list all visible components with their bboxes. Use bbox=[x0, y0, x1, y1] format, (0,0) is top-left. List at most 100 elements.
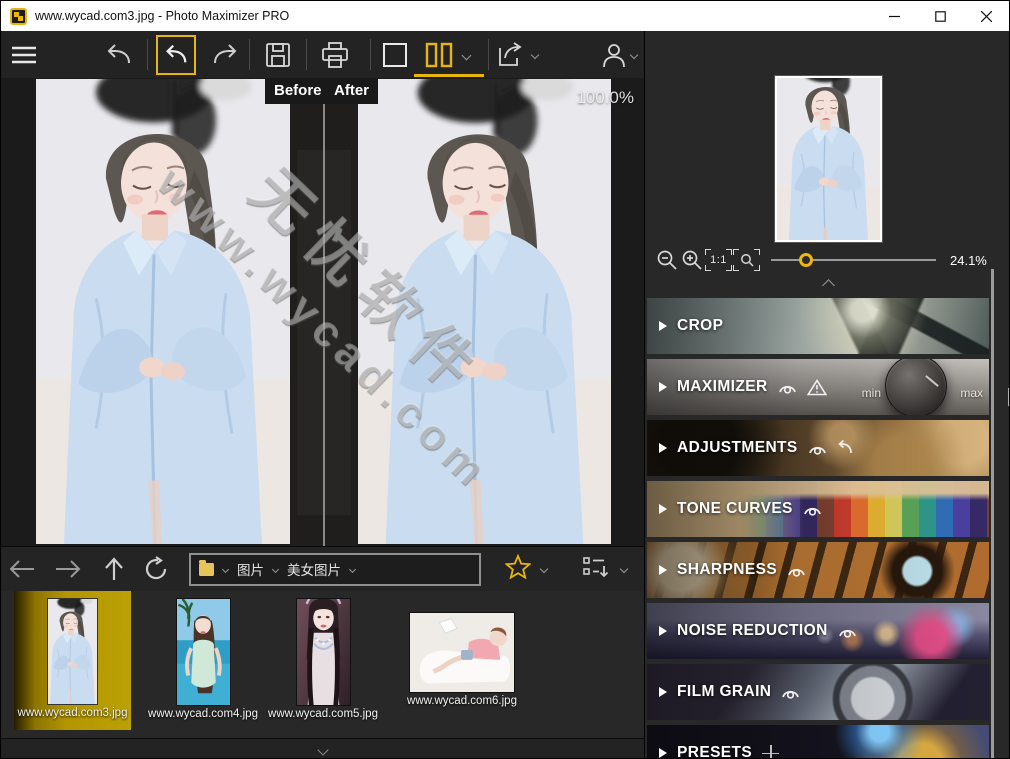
collapse-down-icon[interactable] bbox=[317, 744, 328, 755]
split-view-icon[interactable] bbox=[424, 40, 454, 70]
forward-icon[interactable] bbox=[53, 554, 83, 584]
expand-arrow-icon bbox=[659, 565, 667, 575]
panel-sharpness[interactable]: SHARPNESS bbox=[647, 542, 989, 598]
undo-icon[interactable] bbox=[104, 40, 134, 70]
panel-label: NOISE REDUCTION bbox=[677, 622, 828, 640]
panel-crop[interactable]: CROP bbox=[647, 298, 989, 354]
thumbnail-filename: www.wycad.com5.jpg bbox=[268, 708, 378, 720]
before-label[interactable]: Before bbox=[265, 78, 331, 104]
share-icon[interactable] bbox=[497, 40, 527, 70]
zoom-slider-track[interactable] bbox=[771, 259, 936, 261]
zoom-controls: 1:1 24.1% bbox=[645, 243, 1010, 277]
split-divider[interactable] bbox=[290, 78, 358, 546]
breadcrumb-current-folder[interactable]: 美女图片 bbox=[287, 559, 341, 579]
canvas-zoom-level: 100.0% bbox=[576, 88, 634, 108]
zoom-in-icon[interactable] bbox=[680, 248, 704, 272]
split-divider-handle[interactable] bbox=[323, 78, 325, 546]
after-image-pane[interactable] bbox=[358, 79, 611, 544]
expand-arrow-icon bbox=[659, 626, 667, 636]
right-panel: 1:1 24.1% CROP bbox=[644, 31, 1010, 759]
thumbnail-selected[interactable]: www.wycad.com3.jpg bbox=[14, 591, 131, 730]
visibility-eye-icon[interactable] bbox=[787, 564, 806, 577]
toolbar-separator bbox=[249, 39, 250, 70]
visibility-eye-icon[interactable] bbox=[838, 625, 857, 638]
zoom-slider-knob[interactable] bbox=[799, 253, 813, 267]
breadcrumb-pictures[interactable]: 图片 bbox=[237, 559, 264, 579]
panel-label: PRESETS bbox=[677, 744, 752, 759]
panel-presets[interactable]: PRESETS bbox=[647, 725, 989, 759]
panels-scrollbar[interactable] bbox=[991, 269, 994, 759]
before-image-pane[interactable] bbox=[36, 79, 290, 544]
single-view-icon[interactable] bbox=[380, 40, 410, 70]
file-browser-toolbar: 图片 美女图片 bbox=[1, 546, 644, 591]
panel-label: SHARPNESS bbox=[677, 561, 777, 579]
knob-max-label: max bbox=[960, 386, 983, 400]
thumbnail-filename: www.wycad.com6.jpg bbox=[407, 695, 517, 707]
sort-list-icon[interactable] bbox=[583, 556, 609, 583]
favorites-star-icon[interactable] bbox=[505, 554, 531, 584]
navigator bbox=[645, 31, 1010, 243]
active-view-underline bbox=[414, 74, 484, 77]
navigator-zoom-value: 24.1% bbox=[950, 253, 987, 268]
breadcrumb-chevron-icon[interactable] bbox=[349, 565, 356, 572]
panel-noise-reduction[interactable]: NOISE REDUCTION bbox=[647, 603, 989, 659]
panel-label: TONE CURVES bbox=[677, 500, 793, 518]
share-dropdown-icon[interactable] bbox=[528, 40, 542, 70]
zoom-out-icon[interactable] bbox=[655, 248, 679, 272]
panel-maximizer[interactable]: min max MAXIMIZER bbox=[647, 359, 989, 415]
knob-min-label: min bbox=[862, 386, 881, 400]
reset-icon[interactable] bbox=[837, 440, 854, 456]
title-bar: www.wycad.com3.jpg - Photo Maximizer PRO bbox=[1, 1, 1009, 31]
panel-label: CROP bbox=[677, 317, 723, 335]
panel-adjustments[interactable]: ADJUSTMENTS bbox=[647, 420, 989, 476]
redo-icon[interactable] bbox=[210, 40, 240, 70]
hamburger-menu-icon[interactable] bbox=[9, 40, 39, 70]
thumbnail[interactable]: www.wycad.com4.jpg bbox=[157, 591, 249, 730]
collapse-up-icon[interactable] bbox=[822, 279, 835, 292]
browser-collapse-bar[interactable] bbox=[1, 738, 644, 759]
user-account-icon[interactable] bbox=[599, 40, 629, 70]
navigator-collapse[interactable] bbox=[645, 277, 1010, 295]
panel-tone-curves[interactable]: TONE CURVES bbox=[647, 481, 989, 537]
zoom-actual-size-icon[interactable]: 1:1 bbox=[705, 249, 732, 271]
thumbnail-image bbox=[176, 598, 231, 706]
warning-icon[interactable] bbox=[807, 379, 827, 396]
visibility-eye-icon[interactable] bbox=[778, 381, 797, 394]
visibility-eye-icon[interactable] bbox=[803, 503, 822, 516]
up-icon[interactable] bbox=[99, 554, 129, 584]
breadcrumb: 图片 美女图片 bbox=[189, 553, 481, 586]
zoom-slider[interactable] bbox=[771, 253, 936, 267]
expand-arrow-icon bbox=[659, 321, 667, 331]
favorites-dropdown-icon[interactable] bbox=[540, 565, 548, 573]
breadcrumb-chevron-icon[interactable] bbox=[272, 565, 279, 572]
image-canvas: Before After 100.0% 无忧软件 www.wycad.com bbox=[1, 78, 644, 546]
view-mode-dropdown-icon[interactable] bbox=[457, 40, 475, 70]
thumbnail[interactable]: www.wycad.com6.jpg bbox=[395, 591, 529, 730]
sort-dropdown-icon[interactable] bbox=[620, 565, 628, 573]
thumbnail[interactable]: www.wycad.com5.jpg bbox=[277, 591, 369, 730]
maximizer-knob-graphic bbox=[885, 359, 947, 415]
zoom-fit-icon[interactable] bbox=[733, 249, 760, 271]
thumbnail-image bbox=[296, 598, 351, 706]
window-title: www.wycad.com3.jpg - Photo Maximizer PRO bbox=[35, 9, 289, 23]
close-button[interactable] bbox=[963, 1, 1009, 31]
app-icon bbox=[10, 8, 27, 25]
add-preset-icon[interactable] bbox=[762, 745, 779, 759]
navigator-thumbnail[interactable] bbox=[775, 76, 882, 242]
visibility-eye-icon[interactable] bbox=[808, 442, 827, 455]
panel-expand-icon[interactable] bbox=[1008, 389, 1009, 407]
breadcrumb-chevron-icon[interactable] bbox=[222, 565, 229, 572]
save-icon[interactable] bbox=[263, 40, 293, 70]
print-icon[interactable] bbox=[320, 40, 350, 70]
maximize-button[interactable] bbox=[917, 1, 963, 31]
refresh-icon[interactable] bbox=[141, 554, 171, 584]
after-label[interactable]: After bbox=[325, 78, 378, 104]
expand-arrow-icon bbox=[659, 443, 667, 453]
panel-film-grain[interactable]: FILM GRAIN bbox=[647, 664, 989, 720]
visibility-eye-icon[interactable] bbox=[781, 686, 800, 699]
minimize-button[interactable] bbox=[871, 1, 917, 31]
user-dropdown-icon[interactable] bbox=[627, 40, 641, 70]
undo-step-icon[interactable] bbox=[156, 35, 196, 75]
back-icon[interactable] bbox=[7, 554, 37, 584]
folder-icon[interactable] bbox=[199, 563, 214, 576]
